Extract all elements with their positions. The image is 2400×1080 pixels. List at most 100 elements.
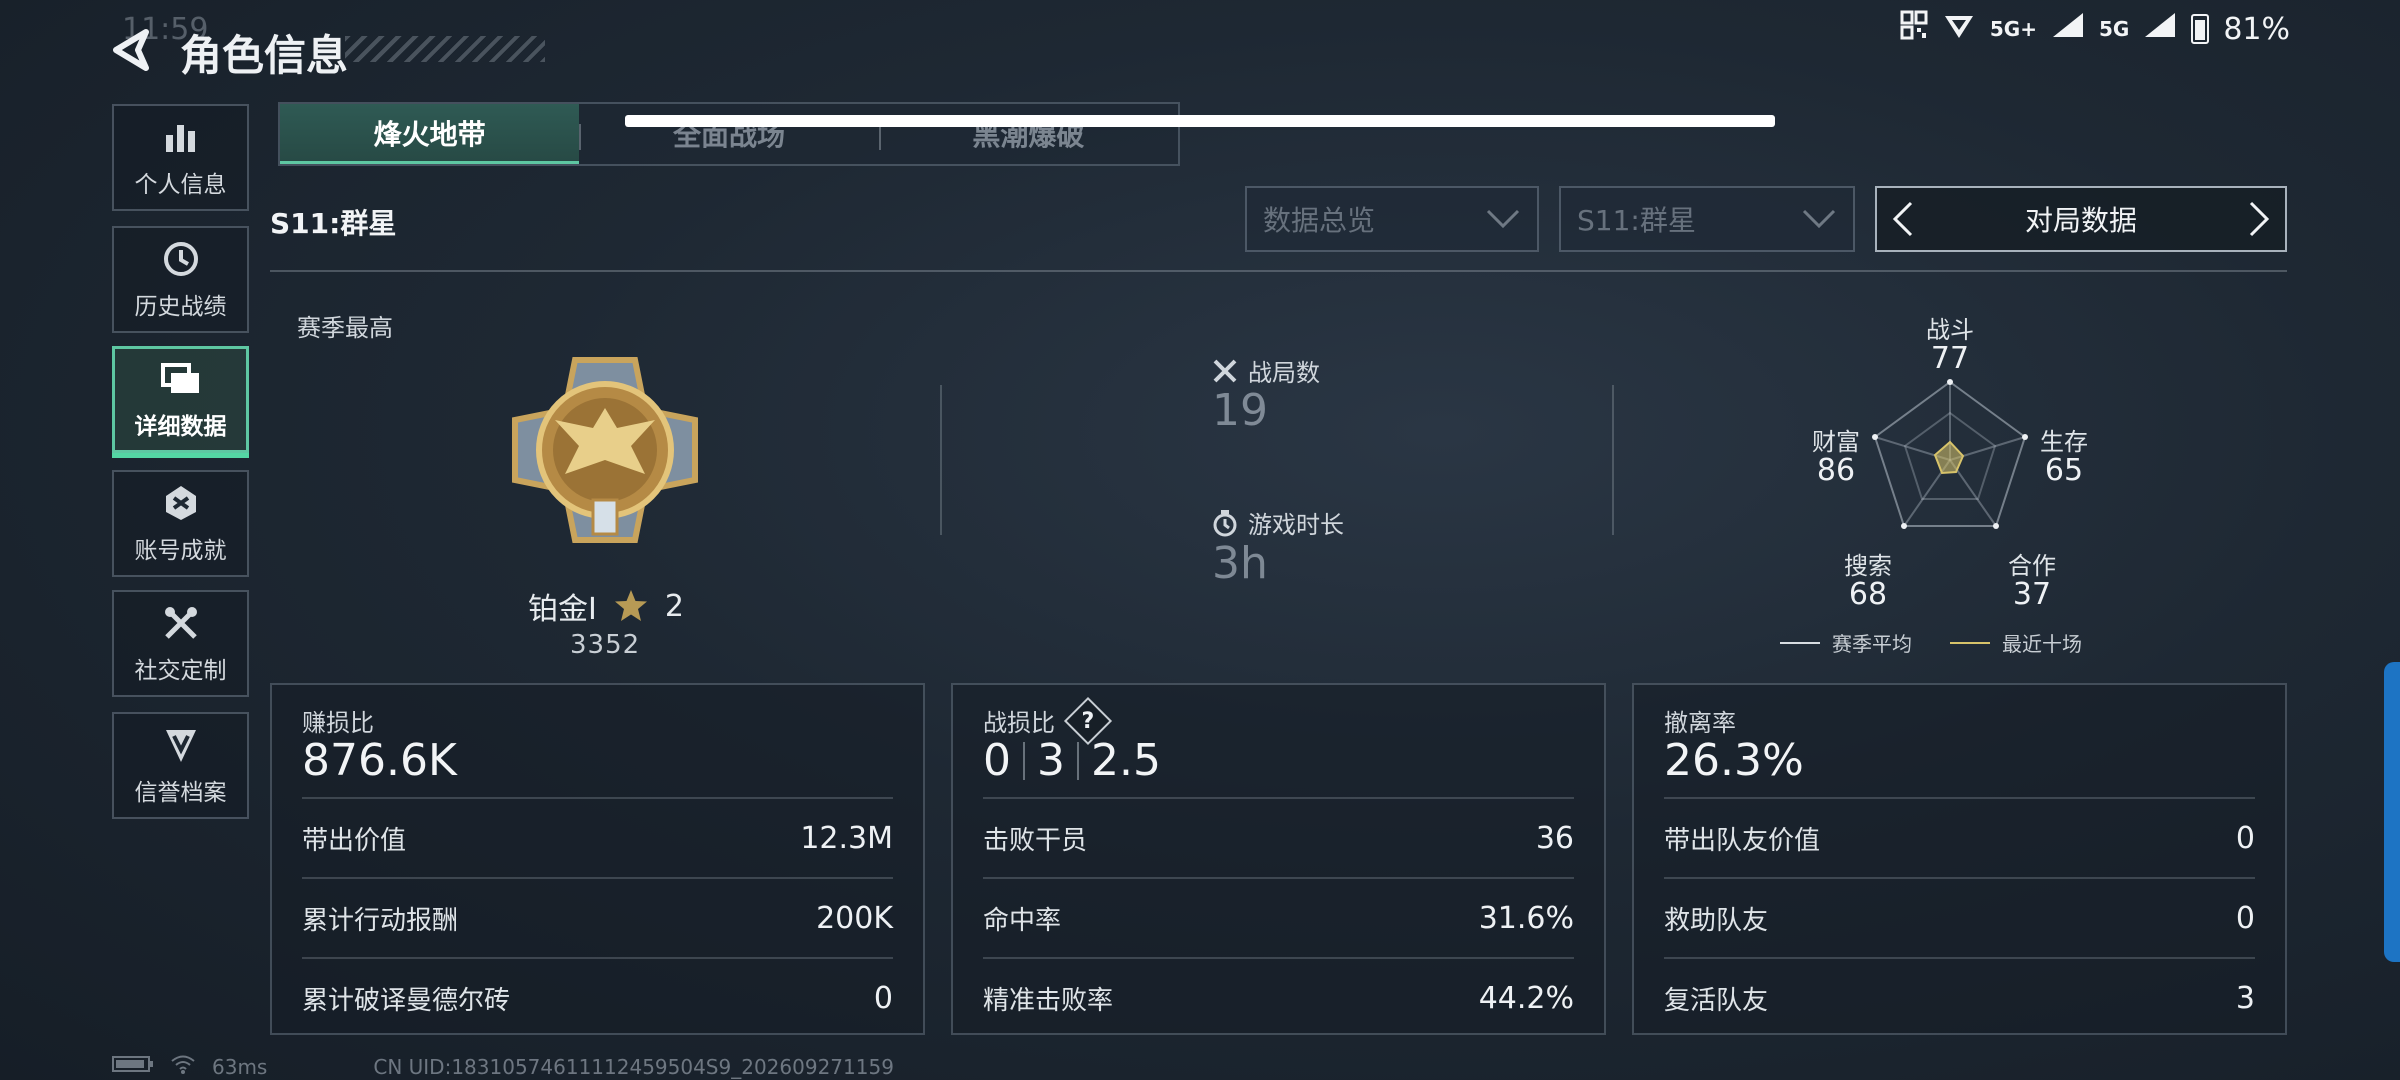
tools-icon — [161, 603, 201, 643]
legend-label: 最近十场 — [2002, 632, 2082, 656]
row-label: 精准击败率 — [983, 985, 1114, 1016]
status-icons: 5G+ 5G 81% — [1900, 10, 2290, 48]
playtime-label: 游戏时长 — [1248, 511, 1344, 539]
row-label: 命中率 — [983, 905, 1062, 936]
bar-chart-icon — [161, 117, 201, 157]
divider — [270, 270, 2287, 272]
radar-label-combat: 战斗 77 — [1920, 316, 1980, 377]
diamond-wifi-icon — [1942, 10, 1976, 48]
profit-loss-card: 赚损比 876.6K 带出价值 12.3M 累计行动报酬 200K 累计破译曼德… — [270, 683, 925, 1035]
overview-dropdown[interactable]: 数据总览 — [1245, 186, 1539, 252]
row-value: 3 — [2235, 980, 2255, 1016]
ping-value: 63ms — [212, 1054, 268, 1079]
network-label-1: 5G+ — [1989, 17, 2037, 41]
signal-icon — [2051, 11, 2085, 47]
row-value: 0 — [2235, 900, 2255, 936]
sidebar-item-label: 社交定制 — [134, 657, 227, 684]
sidebar-item-achievements[interactable]: 账号成就 — [112, 470, 249, 577]
row-value: 36 — [1535, 820, 1574, 856]
card-row: 累计行动报酬 200K — [302, 877, 893, 957]
back-arrow-icon — [113, 29, 149, 71]
card-row: 救助队友 0 — [1664, 877, 2255, 957]
matches-value: 19 — [1212, 385, 1268, 436]
radar-axis-name: 搜索 — [1844, 552, 1892, 580]
kd-separator — [1077, 741, 1079, 780]
sidebar-item-personal-info[interactable]: 个人信息 — [112, 104, 249, 211]
sidebar-item-detailed-data[interactable]: 详细数据 — [112, 346, 249, 458]
qr-icon — [1900, 10, 1928, 48]
card-title: 撤离率 — [1664, 709, 1736, 737]
legend-season-average: 赛季平均 — [1780, 628, 1912, 657]
card-row: 精准击败率 44.2% — [983, 957, 1574, 1037]
legend-swatch — [1950, 641, 1990, 644]
card-row: 带出队友价值 0 — [1664, 797, 2255, 877]
sidebar-item-history[interactable]: 历史战绩 — [112, 226, 249, 333]
row-label: 带出队友价值 — [1664, 825, 1821, 856]
card-title: 战损比 — [983, 709, 1055, 737]
chevron-down-icon — [1802, 209, 1836, 229]
season-dropdown[interactable]: S11:群星 — [1559, 186, 1855, 252]
row-label: 救助队友 — [1664, 905, 1769, 936]
mode-selector: 对局数据 — [1875, 186, 2287, 252]
radar-axis-value: 77 — [1930, 341, 1970, 377]
radar-axis-name: 生存 — [2040, 428, 2088, 456]
row-value: 31.6% — [1478, 900, 1574, 936]
extraction-rate-card: 撤离率 26.3% 带出队友价值 0 救助队友 0 复活队友 3 — [1632, 683, 2287, 1035]
radar-label-search: 搜索 68 — [1838, 552, 1898, 611]
tab-full-battlefield[interactable]: 全面战场 — [579, 104, 878, 164]
radar-axis-name: 战斗 — [1926, 316, 1974, 344]
folder-icon — [160, 359, 201, 399]
chevron-left-icon[interactable] — [1891, 199, 1915, 239]
card-row: 累计破译曼德尔砖 0 — [302, 957, 893, 1037]
battery-percent: 81% — [2223, 11, 2290, 47]
tab-hazard-zone[interactable]: 烽火地带 — [280, 104, 580, 164]
title-decoration — [345, 36, 545, 62]
sidebar-item-label: 账号成就 — [134, 537, 227, 564]
rank-info: 铂金I 2 — [528, 584, 684, 628]
radar-axis-value: 65 — [2044, 453, 2084, 489]
card-row: 命中率 31.6% — [983, 877, 1574, 957]
mode-tabs: 烽火地带 全面战场 黑潮爆破 — [278, 102, 1180, 166]
rank-stars: 2 — [664, 588, 684, 624]
card-row: 带出价值 12.3M — [302, 797, 893, 877]
card-row: 击败干员 36 — [983, 797, 1574, 877]
season-label: S11:群星 — [270, 207, 397, 240]
signal-icon-2 — [2143, 11, 2177, 47]
radar-label-wealth: 财富 86 — [1806, 428, 1866, 487]
history-icon — [161, 239, 201, 279]
sidebar-item-social[interactable]: 社交定制 — [112, 590, 249, 697]
sidebar-item-label: 信誉档案 — [134, 779, 227, 806]
side-drawer-handle[interactable] — [2384, 662, 2400, 962]
tab-black-tide[interactable]: 黑潮爆破 — [878, 104, 1178, 164]
network-label-2: 5G — [2098, 17, 2130, 41]
radar-chart — [1872, 379, 2028, 529]
row-value: 200K — [816, 900, 893, 936]
back-button[interactable] — [110, 28, 154, 72]
row-label: 累计行动报酬 — [302, 905, 459, 936]
overlay-bar — [625, 115, 1775, 127]
card-title-row: 战损比 ? — [983, 696, 1113, 745]
sidebar-item-label: 详细数据 — [134, 413, 227, 440]
medal-icon — [161, 483, 201, 523]
page-title: 角色信息 — [180, 31, 349, 80]
rank-name: 铂金I — [528, 592, 597, 627]
radar-legend: 赛季平均 最近十场 — [1780, 628, 2082, 657]
chevron-right-icon[interactable] — [2247, 199, 2271, 239]
card-title: 赚损比 — [302, 709, 374, 737]
radar-axis-value: 37 — [2012, 577, 2052, 613]
sidebar-item-reputation[interactable]: 信誉档案 — [112, 712, 249, 819]
card-main-value: 876.6K — [302, 735, 457, 786]
kd-kills: 0 — [983, 735, 1011, 786]
kd-values: 0 3 2.5 — [983, 735, 1161, 786]
row-value: 44.2% — [1478, 980, 1574, 1016]
row-label: 复活队友 — [1664, 985, 1769, 1016]
mode-selector-value: 对局数据 — [2024, 204, 2137, 237]
star-icon — [614, 590, 647, 621]
wifi-icon — [170, 1054, 196, 1079]
overview-dropdown-value: 数据总览 — [1263, 204, 1376, 237]
sidebar-item-label: 历史战绩 — [134, 293, 227, 320]
kd-ratio: 2.5 — [1091, 735, 1161, 786]
radar-axis-name: 财富 — [1812, 428, 1860, 456]
battery-small-icon — [112, 1054, 154, 1079]
sidebar-item-label: 个人信息 — [134, 171, 227, 198]
